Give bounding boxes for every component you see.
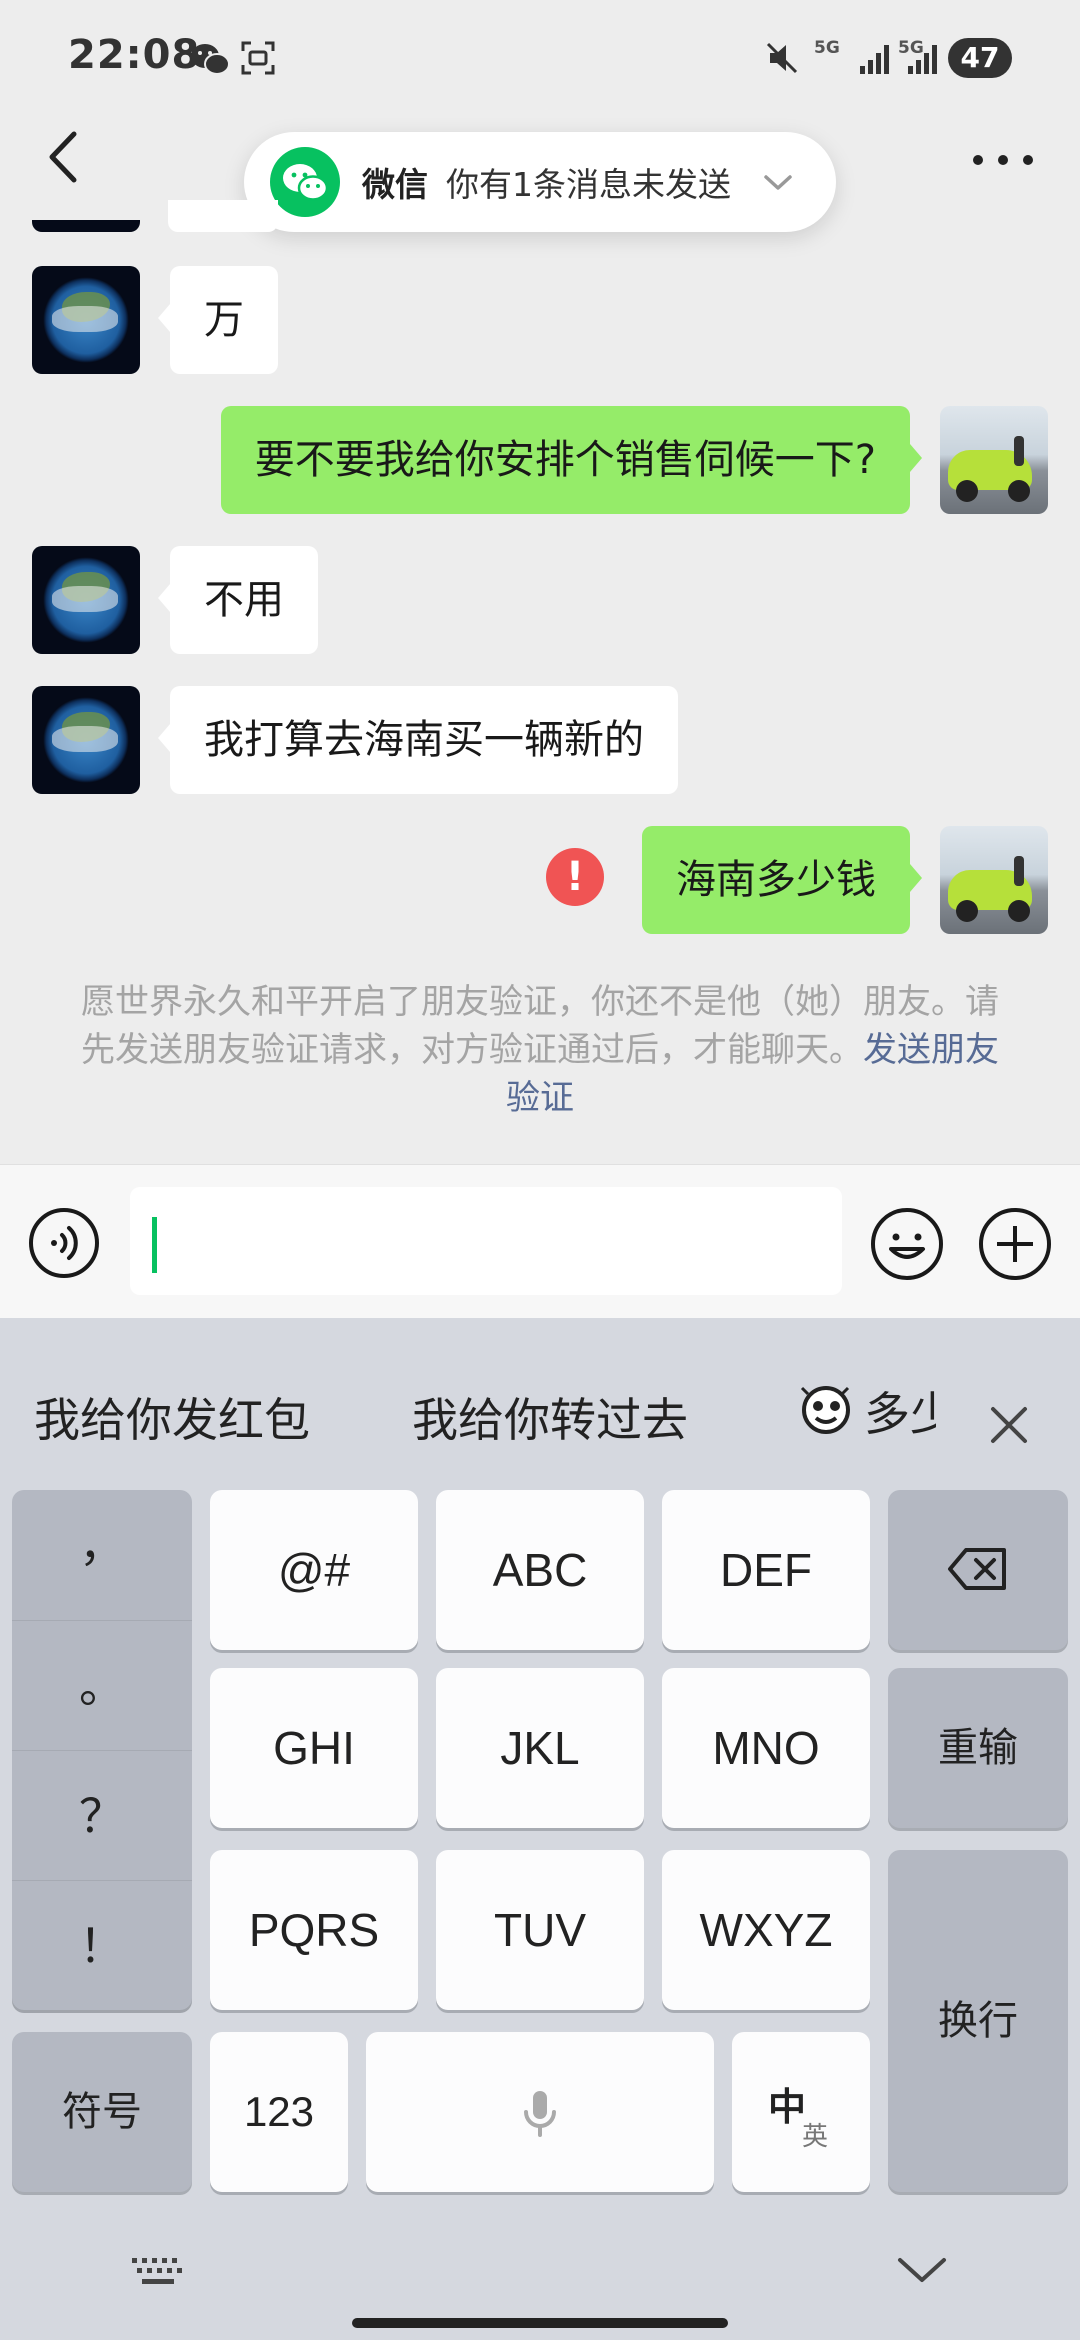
input-bar (0, 1164, 1080, 1318)
punct-key-comma[interactable]: ， (12, 1490, 192, 1620)
previous-message-bubble (168, 200, 278, 232)
signal-icon (860, 45, 889, 74)
friend-verification-notice: 愿世界永久和平开启了朋友验证，你还不是他（她）朋友。请先发送朋友验证请求，对方验… (80, 978, 1000, 1122)
reenter-key[interactable]: 重输 (888, 1668, 1068, 1828)
lang-sub-label: 英 (802, 2121, 829, 2151)
suggestion-item-text: 多少 (864, 1387, 936, 1441)
message-bubble-in[interactable]: 不用 (158, 546, 318, 654)
message-bubble-in[interactable]: 我打算去海南买一辆新的 (158, 686, 678, 794)
suggestion-item[interactable]: 我给你发红包 (34, 1384, 310, 1450)
numbers-key[interactable]: 123 (210, 2032, 348, 2192)
chevron-down-icon[interactable] (760, 164, 796, 200)
hide-keyboard-icon[interactable] (894, 2250, 950, 2290)
suggestion-item-emoji[interactable]: 多少 (798, 1378, 936, 1448)
wechat-icon (191, 44, 230, 75)
message-bubble-out[interactable]: 要不要我给你安排个销售伺候一下? (220, 406, 923, 514)
punctuation-column: ， 。 ？ ！ (12, 1490, 192, 2010)
key-mno[interactable]: MNO (662, 1668, 870, 1828)
voice-input-icon[interactable] (28, 1207, 100, 1279)
keyboard: 我给你发红包 我给你转过去 多少 ， 。 ？ ！ @# ABC DEF GHI … (0, 1318, 1080, 2340)
emoji-icon[interactable] (870, 1207, 944, 1281)
suggestion-item[interactable]: 我给你转过去 (412, 1384, 688, 1450)
sticker-face-icon (800, 1386, 850, 1434)
message-input[interactable] (130, 1187, 842, 1295)
newline-key[interactable]: 换行 (888, 1850, 1068, 2192)
text-caret (152, 1217, 157, 1273)
my-avatar[interactable] (940, 406, 1048, 514)
notice-text: 愿世界永久和平开启了朋友验证，你还不是他（她）朋友。请先发送朋友验证请求，对方验… (81, 982, 999, 1070)
contact-avatar[interactable] (32, 546, 140, 654)
space-key[interactable] (366, 2032, 714, 2192)
punct-key-exclaim[interactable]: ！ (12, 1880, 192, 2010)
key-def[interactable]: DEF (662, 1490, 870, 1650)
notification-app-name: 微信 (362, 165, 428, 204)
back-icon[interactable] (36, 122, 96, 192)
screen-capture-icon (241, 41, 275, 75)
status-time: 22:08 (68, 32, 201, 78)
language-switch-key[interactable]: 中 英 (732, 2032, 870, 2192)
key-abc[interactable]: ABC (436, 1490, 644, 1650)
key-jkl[interactable]: JKL (436, 1668, 644, 1828)
my-avatar[interactable] (940, 826, 1048, 934)
signal-icon-2 (908, 45, 937, 74)
key-pqrs[interactable]: PQRS (210, 1850, 418, 2010)
keyboard-switch-icon[interactable] (130, 2254, 186, 2290)
notification-banner[interactable]: 微信 你有1条消息未发送 (244, 132, 836, 232)
key-symbols-at[interactable]: @# (210, 1490, 418, 1650)
backspace-icon (948, 1548, 1006, 1590)
punct-key-question[interactable]: ？ (12, 1750, 192, 1880)
plus-icon[interactable] (978, 1207, 1052, 1281)
key-tuv[interactable]: TUV (436, 1850, 644, 2010)
contact-avatar[interactable] (32, 686, 140, 794)
more-icon[interactable] (968, 140, 1038, 180)
symbols-key[interactable]: 符号 (12, 2032, 192, 2192)
key-wxyz[interactable]: WXYZ (662, 1850, 870, 2010)
lang-main-label: 中 (768, 2087, 807, 2129)
mute-icon (766, 42, 798, 74)
suggestion-bar: 我给你发红包 我给你转过去 多少 (0, 1318, 1080, 1488)
key-ghi[interactable]: GHI (210, 1668, 418, 1828)
battery-icon: 47 (948, 38, 1012, 78)
notification-message: 你有1条消息未发送 (446, 165, 731, 204)
backspace-key[interactable] (888, 1490, 1068, 1650)
microphone-icon (524, 2091, 556, 2137)
message-bubble-out[interactable]: 海南多少钱 (642, 826, 922, 934)
send-failed-icon[interactable]: ! (546, 848, 604, 906)
message-bubble-in[interactable]: 万 (158, 266, 278, 374)
home-indicator[interactable] (352, 2318, 728, 2328)
punct-key-period[interactable]: 。 (12, 1620, 192, 1750)
wechat-logo-icon (270, 147, 340, 217)
contact-avatar[interactable] (32, 266, 140, 374)
network-5g-label: 5G (814, 38, 840, 58)
close-icon[interactable] (984, 1400, 1034, 1450)
